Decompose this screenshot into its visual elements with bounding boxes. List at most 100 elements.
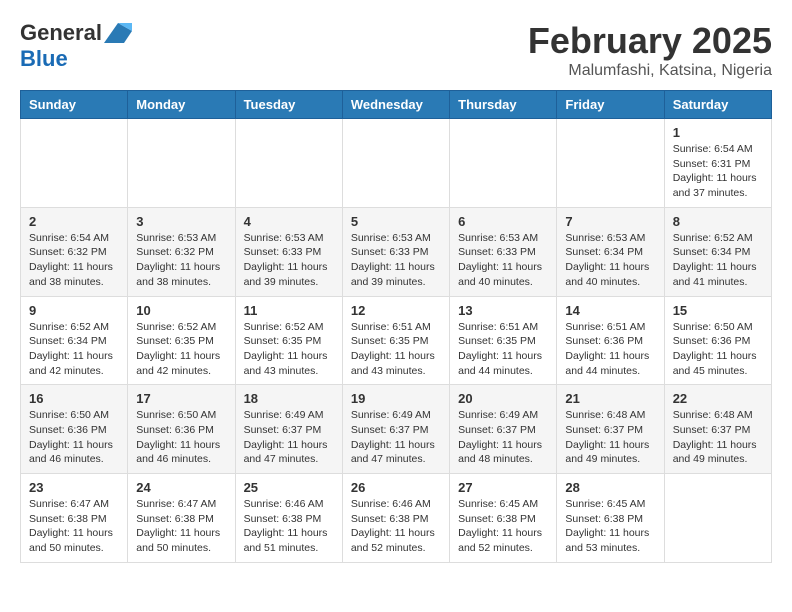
calendar-day-header: Friday: [557, 91, 664, 119]
calendar-cell: [557, 119, 664, 208]
day-number: 14: [565, 303, 655, 318]
day-info: Sunrise: 6:52 AM Sunset: 6:34 PM Dayligh…: [673, 231, 763, 290]
calendar-cell: 16 Sunrise: 6:50 AM Sunset: 6:36 PM Dayli…: [21, 385, 128, 474]
day-number: 2: [29, 214, 119, 229]
logo: General Blue: [20, 20, 132, 72]
day-info: Sunrise: 6:53 AM Sunset: 6:34 PM Dayligh…: [565, 231, 655, 290]
day-number: 28: [565, 480, 655, 495]
calendar-cell: 26 Sunrise: 6:46 AM Sunset: 6:38 PM Dayli…: [342, 474, 449, 563]
calendar-cell: 27 Sunrise: 6:45 AM Sunset: 6:38 PM Dayli…: [450, 474, 557, 563]
logo-blue-text: Blue: [20, 46, 68, 72]
day-info: Sunrise: 6:52 AM Sunset: 6:35 PM Dayligh…: [244, 320, 334, 379]
day-number: 13: [458, 303, 548, 318]
calendar-cell: [21, 119, 128, 208]
day-info: Sunrise: 6:54 AM Sunset: 6:31 PM Dayligh…: [673, 142, 763, 201]
day-info: Sunrise: 6:48 AM Sunset: 6:37 PM Dayligh…: [673, 408, 763, 467]
calendar-cell: 19Sunrise: 6:49 AM Sunset: 6:37 PM Dayli…: [342, 385, 449, 474]
day-number: 23: [29, 480, 119, 495]
day-info: Sunrise: 6:51 AM Sunset: 6:36 PM Dayligh…: [565, 320, 655, 379]
calendar-cell: 23Sunrise: 6:47 AM Sunset: 6:38 PM Dayli…: [21, 474, 128, 563]
calendar-day-header: Saturday: [664, 91, 771, 119]
calendar-cell: [235, 119, 342, 208]
logo-icon: [104, 23, 132, 43]
day-number: 21: [565, 391, 655, 406]
day-number: 9: [29, 303, 119, 318]
calendar-header-row: SundayMondayTuesdayWednesdayThursdayFrid…: [21, 91, 772, 119]
calendar-cell: 17Sunrise: 6:50 AM Sunset: 6:36 PM Dayli…: [128, 385, 235, 474]
day-number: 25: [244, 480, 334, 495]
calendar-cell: 10 Sunrise: 6:52 AM Sunset: 6:35 PM Dayli…: [128, 296, 235, 385]
day-number: 1: [673, 125, 763, 140]
calendar-cell: 18 Sunrise: 6:49 AM Sunset: 6:37 PM Dayli…: [235, 385, 342, 474]
day-number: 10: [136, 303, 226, 318]
day-number: 24: [136, 480, 226, 495]
title-section: February 2025 Malumfashi, Katsina, Niger…: [528, 20, 772, 80]
calendar-cell: 24 Sunrise: 6:47 AM Sunset: 6:38 PM Dayli…: [128, 474, 235, 563]
calendar-cell: 3 Sunrise: 6:53 AM Sunset: 6:32 PM Daylig…: [128, 207, 235, 296]
day-number: 7: [565, 214, 655, 229]
day-info: Sunrise: 6:49 AM Sunset: 6:37 PM Dayligh…: [351, 408, 441, 467]
day-info: Sunrise: 6:53 AM Sunset: 6:33 PM Dayligh…: [458, 231, 548, 290]
calendar-cell: [128, 119, 235, 208]
day-number: 3: [136, 214, 226, 229]
calendar-day-header: Wednesday: [342, 91, 449, 119]
day-number: 11: [244, 303, 334, 318]
calendar-cell: [450, 119, 557, 208]
calendar-cell: 21 Sunrise: 6:48 AM Sunset: 6:37 PM Dayli…: [557, 385, 664, 474]
calendar-cell: 13 Sunrise: 6:51 AM Sunset: 6:35 PM Dayli…: [450, 296, 557, 385]
day-number: 5: [351, 214, 441, 229]
day-info: Sunrise: 6:51 AM Sunset: 6:35 PM Dayligh…: [351, 320, 441, 379]
calendar-cell: 6 Sunrise: 6:53 AM Sunset: 6:33 PM Daylig…: [450, 207, 557, 296]
day-info: Sunrise: 6:50 AM Sunset: 6:36 PM Dayligh…: [29, 408, 119, 467]
calendar-cell: 5 Sunrise: 6:53 AM Sunset: 6:33 PM Daylig…: [342, 207, 449, 296]
calendar-cell: 22 Sunrise: 6:48 AM Sunset: 6:37 PM Dayli…: [664, 385, 771, 474]
day-info: Sunrise: 6:45 AM Sunset: 6:38 PM Dayligh…: [565, 497, 655, 556]
day-info: Sunrise: 6:49 AM Sunset: 6:37 PM Dayligh…: [244, 408, 334, 467]
calendar-week-row: 2 Sunrise: 6:54 AM Sunset: 6:32 PM Daylig…: [21, 207, 772, 296]
day-info: Sunrise: 6:51 AM Sunset: 6:35 PM Dayligh…: [458, 320, 548, 379]
day-info: Sunrise: 6:53 AM Sunset: 6:32 PM Dayligh…: [136, 231, 226, 290]
logo-general-text: General: [20, 20, 102, 46]
calendar-day-header: Monday: [128, 91, 235, 119]
calendar-week-row: 16 Sunrise: 6:50 AM Sunset: 6:36 PM Dayli…: [21, 385, 772, 474]
calendar-cell: 28 Sunrise: 6:45 AM Sunset: 6:38 PM Dayli…: [557, 474, 664, 563]
calendar-cell: 20 Sunrise: 6:49 AM Sunset: 6:37 PM Dayli…: [450, 385, 557, 474]
calendar-cell: 1 Sunrise: 6:54 AM Sunset: 6:31 PM Daylig…: [664, 119, 771, 208]
day-number: 22: [673, 391, 763, 406]
day-number: 6: [458, 214, 548, 229]
calendar-week-row: 1 Sunrise: 6:54 AM Sunset: 6:31 PM Daylig…: [21, 119, 772, 208]
calendar-cell: [664, 474, 771, 563]
calendar-cell: 14 Sunrise: 6:51 AM Sunset: 6:36 PM Dayli…: [557, 296, 664, 385]
day-info: Sunrise: 6:50 AM Sunset: 6:36 PM Dayligh…: [673, 320, 763, 379]
day-number: 8: [673, 214, 763, 229]
day-info: Sunrise: 6:50 AM Sunset: 6:36 PM Dayligh…: [136, 408, 226, 467]
calendar-day-header: Sunday: [21, 91, 128, 119]
day-info: Sunrise: 6:46 AM Sunset: 6:38 PM Dayligh…: [351, 497, 441, 556]
day-number: 16: [29, 391, 119, 406]
calendar-cell: 9Sunrise: 6:52 AM Sunset: 6:34 PM Daylig…: [21, 296, 128, 385]
day-number: 18: [244, 391, 334, 406]
day-info: Sunrise: 6:52 AM Sunset: 6:35 PM Dayligh…: [136, 320, 226, 379]
calendar-day-header: Tuesday: [235, 91, 342, 119]
calendar-cell: 11 Sunrise: 6:52 AM Sunset: 6:35 PM Dayli…: [235, 296, 342, 385]
location-subtitle: Malumfashi, Katsina, Nigeria: [528, 62, 772, 80]
day-info: Sunrise: 6:45 AM Sunset: 6:38 PM Dayligh…: [458, 497, 548, 556]
day-info: Sunrise: 6:54 AM Sunset: 6:32 PM Dayligh…: [29, 231, 119, 290]
calendar-cell: 2 Sunrise: 6:54 AM Sunset: 6:32 PM Daylig…: [21, 207, 128, 296]
day-info: Sunrise: 6:53 AM Sunset: 6:33 PM Dayligh…: [351, 231, 441, 290]
day-info: Sunrise: 6:48 AM Sunset: 6:37 PM Dayligh…: [565, 408, 655, 467]
day-number: 12: [351, 303, 441, 318]
page-header: General Blue February 2025 Malumfashi, K…: [20, 20, 772, 80]
day-info: Sunrise: 6:49 AM Sunset: 6:37 PM Dayligh…: [458, 408, 548, 467]
day-number: 27: [458, 480, 548, 495]
calendar-cell: 12 Sunrise: 6:51 AM Sunset: 6:35 PM Dayli…: [342, 296, 449, 385]
day-number: 20: [458, 391, 548, 406]
calendar-cell: 8 Sunrise: 6:52 AM Sunset: 6:34 PM Daylig…: [664, 207, 771, 296]
calendar-week-row: 9Sunrise: 6:52 AM Sunset: 6:34 PM Daylig…: [21, 296, 772, 385]
day-info: Sunrise: 6:46 AM Sunset: 6:38 PM Dayligh…: [244, 497, 334, 556]
calendar-week-row: 23 Sunrise: 6:47 AM Sunset: 6:38 PM Dayli…: [21, 474, 772, 563]
day-number: 4: [244, 214, 334, 229]
day-number: 26: [351, 480, 441, 495]
calendar-cell: 4Sunrise: 6:53 AM Sunset: 6:33 PM Daylig…: [235, 207, 342, 296]
day-info: Sunrise: 6:47 AM Sunset: 6:38 PM Dayligh…: [136, 497, 226, 556]
